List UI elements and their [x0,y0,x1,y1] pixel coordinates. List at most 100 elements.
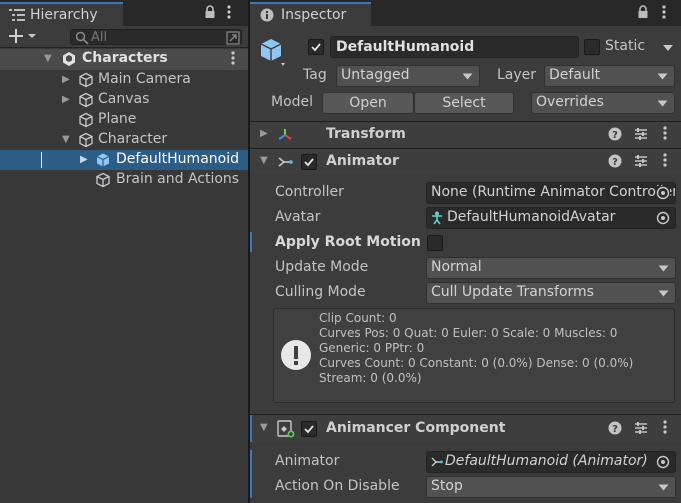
chevron-down-icon[interactable]: ▼ [62,134,70,145]
culling-mode-value: Cull Update Transforms [431,284,594,300]
prefab-icon[interactable] [259,37,287,69]
add-icon[interactable] [8,28,36,44]
animator-icon [277,154,293,170]
gameobject-icon [78,112,94,128]
animancer-title: Animancer Component [326,420,506,436]
lock-icon[interactable] [204,5,216,19]
inspector-tab[interactable]: Inspector [250,2,371,26]
more-menu-icon[interactable] [661,5,667,21]
chevron-down-icon[interactable]: ▼ [260,422,268,433]
open-button[interactable]: Open [322,92,414,114]
info-line: Clip Count: 0 [319,311,397,325]
search-input[interactable] [91,29,221,45]
action-on-disable-dropdown[interactable]: Stop [426,476,676,498]
static-label: Static [605,38,646,54]
hierarchy-item-defaulthumanoid[interactable]: ▶ DefaultHumanoid [0,150,248,170]
chevron-down-icon[interactable]: ▼ [260,155,268,166]
component-menu-icon[interactable] [662,420,668,436]
hierarchy-panel: Hierarchy ▼ Characters [0,0,248,503]
apply-root-motion-checkbox[interactable] [427,235,443,251]
animator-enabled-checkbox[interactable] [301,154,317,170]
search-field[interactable] [70,29,242,45]
unity-scene-icon [61,51,77,67]
info-line: Stream: 0 (0.0%) [319,371,422,385]
object-picker-icon[interactable] [656,186,670,200]
info-line: Generic: 0 PPtr: 0 [319,341,425,355]
chevron-right-icon[interactable]: ▶ [62,94,70,105]
component-menu-icon[interactable] [662,126,668,142]
select-button[interactable]: Select [414,92,514,114]
preset-icon[interactable] [634,421,648,435]
component-menu-icon[interactable] [662,153,668,169]
svg-text:?: ? [612,424,618,435]
hierarchy-item-label: Brain and Actions [116,171,240,187]
apply-root-motion-label: Apply Root Motion [275,234,421,250]
hierarchy-item-character[interactable]: ▼ Character [0,130,248,150]
help-icon[interactable]: ? [608,154,622,168]
chevron-right-icon[interactable]: ▶ [260,128,268,139]
hierarchy-item-plane[interactable]: Plane [0,110,248,130]
scene-name: Characters [82,50,168,66]
animancer-animator-field[interactable]: DefaultHumanoid (Animator) [426,451,676,473]
more-menu-icon[interactable] [226,5,232,21]
culling-mode-dropdown[interactable]: Cull Update Transforms [426,282,676,304]
tag-dropdown[interactable]: Untagged [336,65,480,87]
chevron-down-icon [657,100,668,107]
hierarchy-item-label: Plane [98,111,137,127]
tag-label: Tag [303,67,327,83]
update-mode-dropdown[interactable]: Normal [426,257,676,279]
controller-field[interactable]: None (Runtime Animator Controller) [426,182,676,204]
help-icon[interactable]: ? [608,421,622,435]
chevron-right-icon[interactable]: ▶ [62,74,70,85]
scene-menu-icon[interactable] [230,51,236,67]
chevron-down-icon[interactable]: ▼ [44,53,52,64]
preset-icon[interactable] [634,154,648,168]
update-mode-value: Normal [431,259,482,275]
preset-icon[interactable] [634,127,648,141]
object-picker-icon[interactable] [656,211,670,225]
chevron-down-icon[interactable] [662,44,674,52]
object-name-field[interactable]: DefaultHumanoid [330,36,579,58]
animancer-icon [277,420,295,438]
transform-header[interactable]: ▶ Transform ? [250,121,681,147]
lock-icon[interactable] [637,5,649,19]
gameobject-icon [78,92,94,108]
override-marker [250,450,252,498]
gameobject-icon [95,172,111,188]
info-line: Curves Pos: 0 Quat: 0 Euler: 0 Scale: 0 … [319,326,618,340]
hierarchy-item-main-camera[interactable]: ▶ Main Camera [0,70,248,90]
help-icon[interactable]: ? [608,127,622,141]
active-checkbox[interactable] [308,39,324,55]
animator-header[interactable]: ▼ Animator ? [250,148,681,174]
chevron-right-icon[interactable]: ▶ [80,154,88,165]
inspector-panel: Inspector DefaultHumanoid Static Tag Unt… [250,0,681,503]
svg-text:?: ? [612,157,618,168]
chevron-down-icon [658,484,669,491]
static-checkbox[interactable] [584,39,600,55]
hierarchy-item-label: Main Camera [98,71,191,87]
info-icon [260,8,274,22]
animancer-animator-value: DefaultHumanoid (Animator) [445,453,648,469]
animancer-header[interactable]: ▼ Animancer Component ? [250,414,681,442]
gameobject-icon [78,72,94,88]
search-mode-icon[interactable] [226,31,240,45]
layer-dropdown[interactable]: Default [544,65,675,87]
layer-value: Default [549,67,601,83]
hierarchy-tab[interactable]: Hierarchy [0,2,123,26]
avatar-field[interactable]: DefaultHumanoidAvatar [426,207,676,229]
hierarchy-item-label: Canvas [98,91,150,107]
overrides-dropdown[interactable]: Overrides [531,92,675,114]
animancer-enabled-checkbox[interactable] [301,421,317,437]
update-mode-label: Update Mode [275,259,369,275]
object-picker-icon[interactable] [656,455,670,469]
animator-title: Animator [326,153,399,169]
info-line: Curves Count: 0 Constant: 0 (0.0%) Dense… [319,356,634,370]
inspector-tab-bar: Inspector [250,0,681,26]
hierarchy-tab-bar: Hierarchy [0,0,248,26]
model-label: Model [271,94,314,110]
action-on-disable-value: Stop [431,478,463,494]
overrides-label: Overrides [536,94,604,110]
hierarchy-item-brain-and-actions[interactable]: Brain and Actions [0,170,248,190]
scene-row[interactable]: ▼ Characters [0,49,248,70]
hierarchy-item-canvas[interactable]: ▶ Canvas [0,90,248,110]
